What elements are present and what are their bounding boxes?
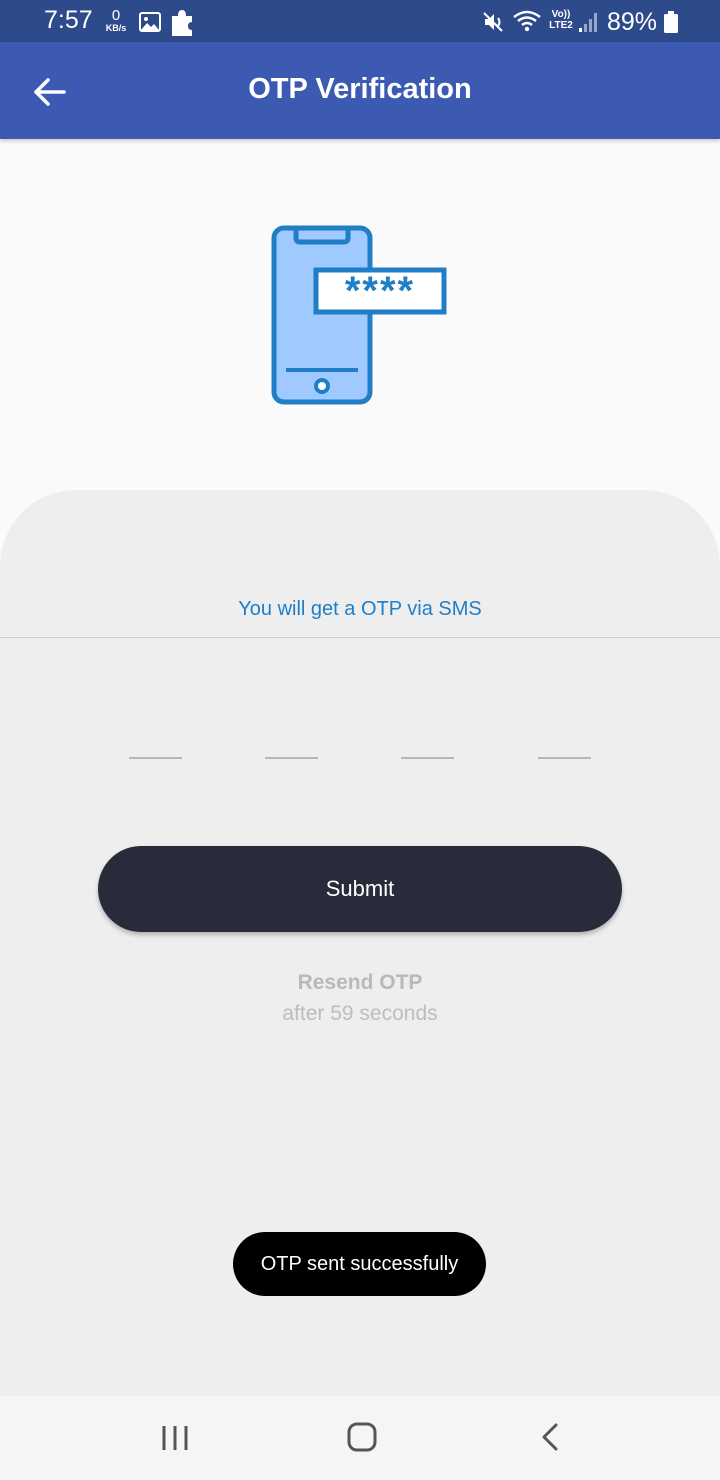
gallery-icon (139, 12, 161, 32)
puzzle-icon (172, 10, 192, 36)
recent-apps-icon (162, 1426, 188, 1450)
nav-back-button[interactable] (530, 1420, 570, 1456)
mute-icon (483, 12, 503, 32)
navigation-bar (0, 1396, 720, 1480)
otp-digit-3[interactable] (401, 715, 454, 759)
submit-button[interactable]: Submit (98, 846, 622, 932)
resend-otp-link[interactable]: Resend OTP (0, 971, 720, 995)
net-speed-value: 0 (111, 7, 121, 24)
otp-digit-1[interactable] (129, 715, 182, 759)
divider (0, 637, 720, 638)
otp-digit-2[interactable] (265, 715, 318, 759)
phone-password-icon: **** (271, 225, 447, 405)
battery-icon (664, 11, 678, 33)
page-title: OTP Verification (248, 73, 472, 105)
net-speed: 0 KB/s (102, 8, 130, 33)
toast-message: OTP sent successfully (233, 1232, 486, 1296)
otp-info-text: You will get a OTP via SMS (238, 598, 482, 620)
net-speed-unit: KB/s (105, 23, 127, 33)
home-button[interactable] (342, 1420, 382, 1456)
recent-apps-button[interactable] (156, 1420, 196, 1456)
network-type-bottom: LTE2 (549, 20, 573, 31)
home-icon (347, 1422, 377, 1452)
status-time: 7:57 (44, 6, 93, 34)
resend-countdown: after 59 seconds (282, 1002, 438, 1025)
network-type-top: Vo)) (551, 9, 571, 20)
network-type: Vo)) LTE2 (545, 9, 577, 31)
otp-digit-4[interactable] (538, 715, 591, 759)
back-nav-icon (542, 1423, 558, 1451)
password-mask: **** (345, 269, 415, 313)
app-bar: OTP Verification (0, 42, 720, 139)
battery-percent: 89% (607, 8, 658, 36)
status-bar: 7:57 0 KB/s Vo)) LTE2 89% (0, 0, 720, 42)
signal-icon (579, 13, 597, 32)
wifi-icon (513, 10, 541, 32)
